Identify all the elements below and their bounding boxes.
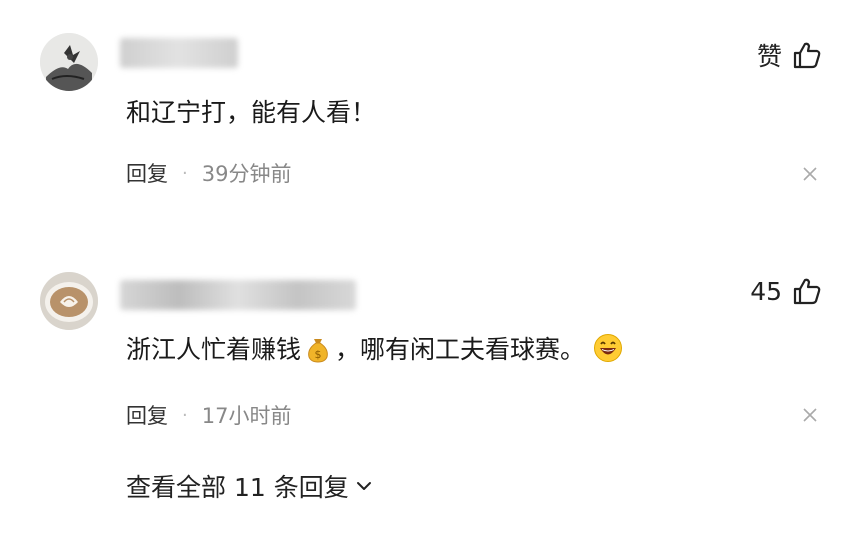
thumbs-up-icon xyxy=(793,42,821,69)
like-label: 赞 xyxy=(756,42,782,71)
comment-meta: 回复 · 39分钟前 xyxy=(126,158,291,188)
username[interactable]: ████████████ xyxy=(120,280,356,310)
ink-painting-avatar-icon xyxy=(40,33,98,91)
timestamp: 39分钟前 xyxy=(201,162,292,186)
like-button[interactable]: 45 xyxy=(750,276,822,306)
comments-section: ████████ 赞 和辽宁打，能有人看！ 回复 · 39分钟前 xyxy=(0,0,866,536)
like-count: 45 xyxy=(750,276,782,306)
username[interactable]: ████████ xyxy=(120,38,238,68)
separator: · xyxy=(182,404,188,426)
view-all-replies-button[interactable]: 查看全部 11 条回复 xyxy=(126,468,373,504)
reply-button[interactable]: 回复 xyxy=(126,158,168,188)
comment-text: 和辽宁打，能有人看！ xyxy=(126,98,377,127)
view-all-replies-label: 查看全部 11 条回复 xyxy=(126,473,349,502)
svg-text:$: $ xyxy=(315,348,322,361)
chevron-down-icon xyxy=(356,482,371,490)
timestamp: 17小时前 xyxy=(201,404,292,428)
money-bag-icon: $ xyxy=(308,339,328,363)
avatar[interactable] xyxy=(40,33,98,91)
avatar[interactable] xyxy=(40,272,98,330)
latte-art-avatar-icon xyxy=(40,272,98,330)
comment-text: 浙江人忙着赚钱 $ ，哪有闲工夫看球赛。 xyxy=(126,330,625,366)
comment-meta: 回复 · 17小时前 xyxy=(126,400,291,430)
grinning-face-icon xyxy=(594,334,623,362)
close-icon[interactable] xyxy=(802,407,818,423)
separator: · xyxy=(182,162,188,184)
thumbs-up-icon xyxy=(793,278,821,305)
like-button[interactable]: 赞 xyxy=(757,37,822,73)
reply-button[interactable]: 回复 xyxy=(126,400,168,430)
close-icon[interactable] xyxy=(802,166,818,182)
